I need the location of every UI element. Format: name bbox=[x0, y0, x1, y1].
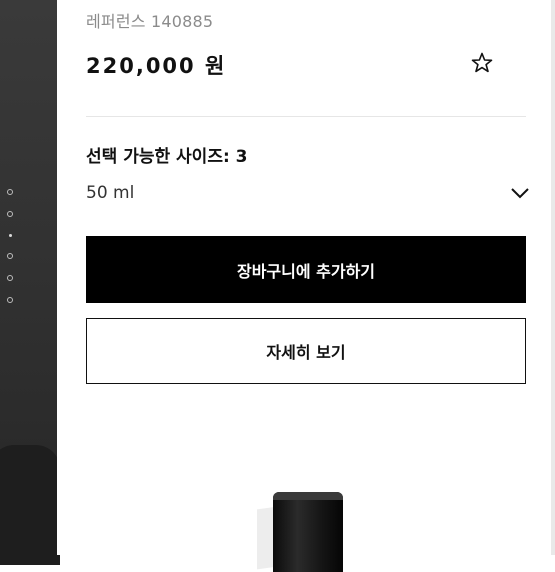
panel-edge bbox=[551, 0, 555, 555]
view-details-button[interactable]: 자세히 보기 bbox=[86, 318, 526, 384]
gallery-dot-6[interactable] bbox=[7, 297, 13, 303]
gallery-dot-4[interactable] bbox=[7, 253, 13, 259]
image-gallery-strip bbox=[0, 0, 60, 565]
size-dropdown[interactable]: 50 ml bbox=[86, 180, 530, 208]
gallery-dot-2[interactable] bbox=[7, 211, 13, 217]
divider bbox=[86, 116, 526, 117]
add-to-cart-button[interactable]: 장바구니에 추가하기 bbox=[86, 236, 526, 303]
product-reference: 레퍼런스 140885 bbox=[86, 12, 214, 31]
available-sizes-label: 선택 가능한 사이즈: 3 bbox=[86, 147, 248, 167]
gallery-dot-1[interactable] bbox=[7, 189, 13, 195]
product-price: 220,000 원 bbox=[86, 54, 227, 78]
product-info-panel: 레퍼런스 140885 220,000 원 선택 가능한 사이즈: 3 50 m… bbox=[57, 0, 555, 572]
chevron-down-icon bbox=[511, 188, 529, 199]
selected-size: 50 ml bbox=[86, 183, 135, 203]
gallery-product-image bbox=[0, 445, 60, 565]
favorite-button[interactable] bbox=[470, 51, 494, 75]
product-image bbox=[257, 488, 347, 572]
gallery-dot-active[interactable] bbox=[9, 234, 12, 237]
star-outline-icon bbox=[471, 52, 493, 73]
gallery-dot-5[interactable] bbox=[7, 275, 13, 281]
